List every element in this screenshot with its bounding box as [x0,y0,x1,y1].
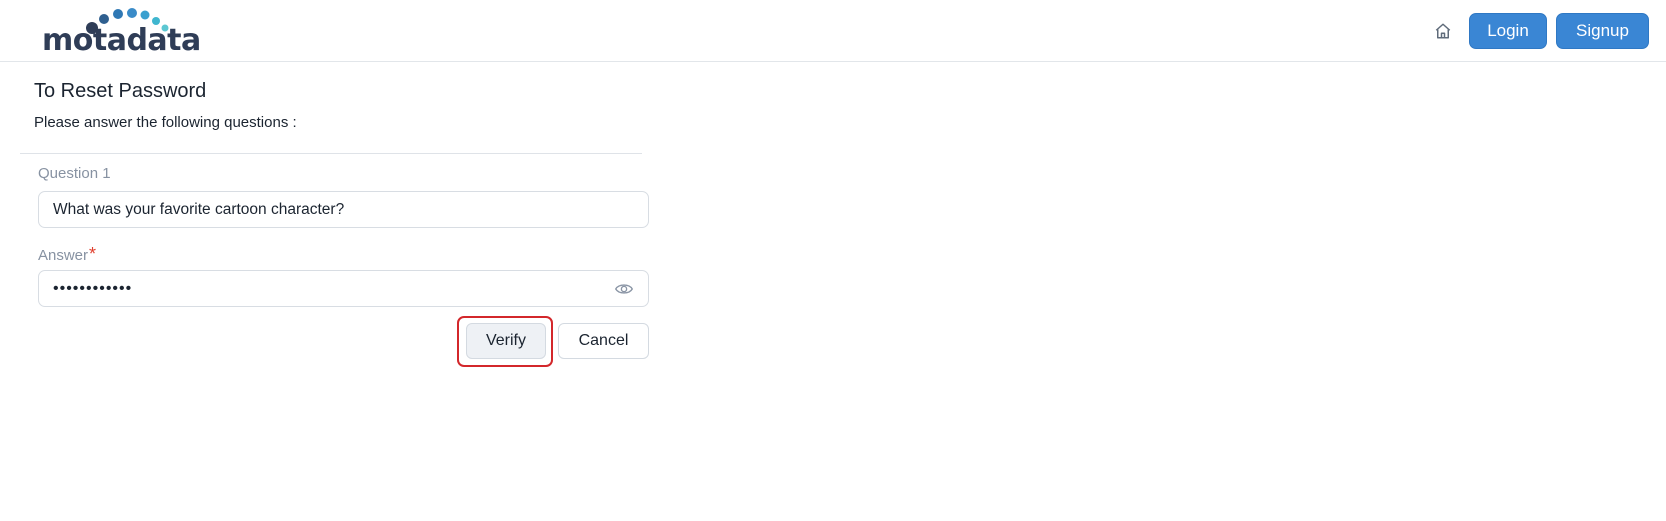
required-mark: * [89,244,97,264]
top-header: motadata Login Signup [0,0,1666,62]
answer-masked-value: •••••••••••• [53,279,133,297]
page-subtitle: Please answer the following questions : [34,114,297,131]
motadata-logo[interactable]: motadata [42,8,202,58]
reset-password-page: motadata Login Signup To Reset Password … [0,0,1666,521]
signup-button[interactable]: Signup [1556,13,1649,49]
logo-wordmark: motadata [42,23,201,58]
section-divider [20,153,642,154]
home-icon [1435,23,1451,39]
answer-label-text: Answer [38,247,89,264]
home-button[interactable] [1429,18,1457,44]
show-password-toggle[interactable] [614,281,634,297]
login-button[interactable]: Login [1469,13,1547,49]
security-question-field[interactable]: What was your favorite cartoon character… [38,191,649,228]
cancel-button[interactable]: Cancel [558,323,649,359]
question-label: Question 1 [38,165,111,182]
eye-icon [615,284,633,294]
security-question-value: What was your favorite cartoon character… [53,200,345,218]
verify-button[interactable]: Verify [466,323,546,359]
answer-password-input[interactable]: •••••••••••• [38,270,649,307]
page-title: To Reset Password [34,80,207,102]
answer-label: Answer* [38,244,96,265]
